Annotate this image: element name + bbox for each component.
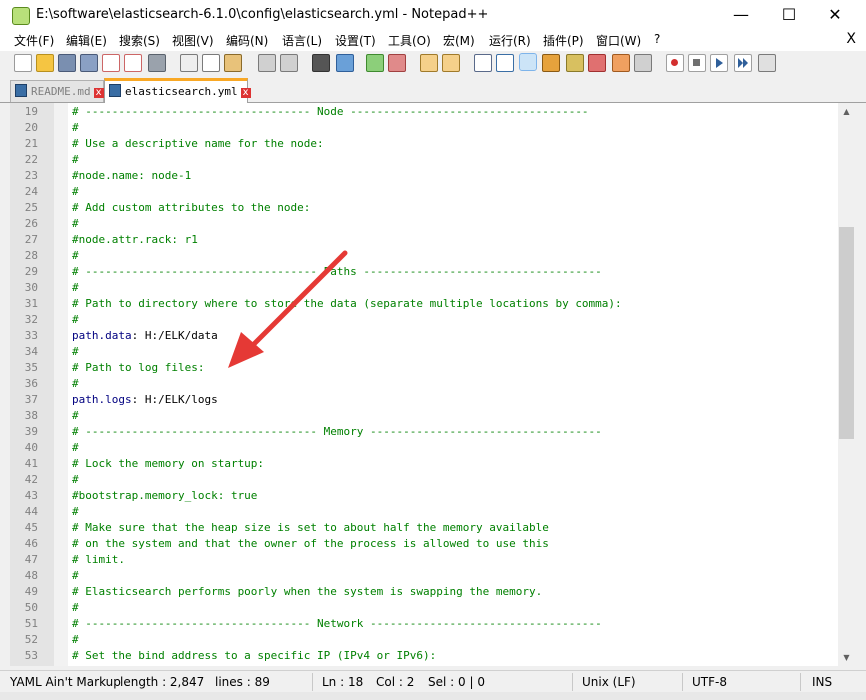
status-eol: Unix (LF) (582, 675, 636, 689)
status-separator (800, 673, 801, 691)
status-encoding: UTF-8 (692, 675, 727, 689)
status-separator (312, 673, 313, 691)
status-separator (682, 673, 683, 691)
annotation-arrow (228, 250, 348, 368)
status-mode: INS (812, 675, 833, 689)
status-bar: YAML Ain't Markup length : 2,847 lines :… (0, 670, 866, 693)
status-col: Col : 2 (376, 675, 415, 689)
status-ln: Ln : 18 (322, 675, 364, 689)
status-language: YAML Ain't Markup (10, 675, 121, 689)
arrow-shaft (245, 250, 348, 353)
status-length: length : 2,847 (120, 675, 205, 689)
status-lines: lines : 89 (215, 675, 270, 689)
status-separator (572, 673, 573, 691)
background-strip (0, 692, 866, 700)
status-sel: Sel : 0 | 0 (428, 675, 485, 689)
